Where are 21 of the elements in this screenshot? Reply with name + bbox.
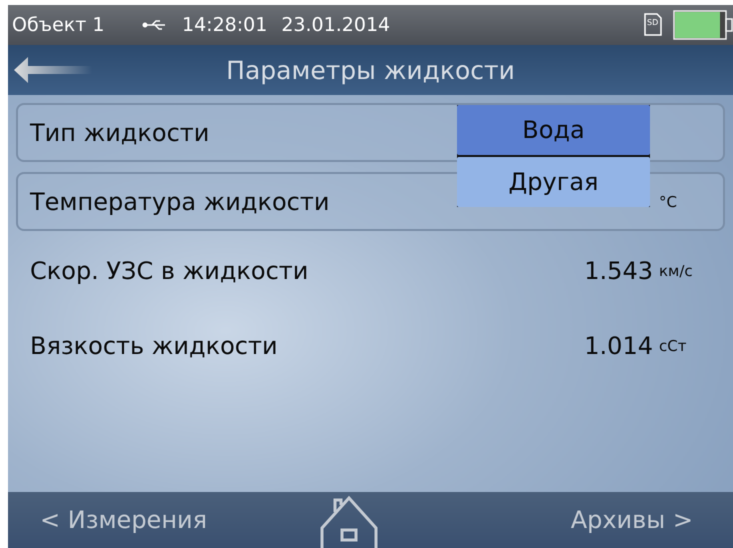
archives-link[interactable]: Архивы >: [570, 506, 693, 534]
screen-title: Параметры жидкости: [226, 56, 515, 84]
dropdown-option[interactable]: Другая: [457, 157, 650, 207]
unit-label: °C: [659, 192, 678, 210]
parameter-label: Вязкость жидкости: [30, 332, 278, 360]
back-arrow-icon[interactable]: [12, 55, 92, 85]
sd-card-icon: SD: [643, 13, 663, 37]
parameter-value: 1.014: [584, 332, 653, 360]
parameter-label: Скор. УЗС в жидкости: [30, 256, 308, 284]
parameter-label: Температура жидкости: [30, 188, 330, 216]
clock-time: 14:28:01: [182, 14, 268, 36]
dropdown-option[interactable]: Вода: [457, 105, 650, 155]
unit-label: км/с: [659, 262, 694, 280]
parameter-label: Тип жидкости: [30, 118, 210, 146]
object-label: Объект 1: [12, 14, 106, 36]
parameter-value: 1.543: [584, 256, 653, 284]
unit-label: сСт: [659, 336, 688, 354]
date-label: 23.01.2014: [281, 14, 390, 36]
battery-icon: [673, 10, 733, 40]
usb-icon: [142, 19, 168, 31]
measurements-link[interactable]: < Измерения: [40, 506, 208, 534]
